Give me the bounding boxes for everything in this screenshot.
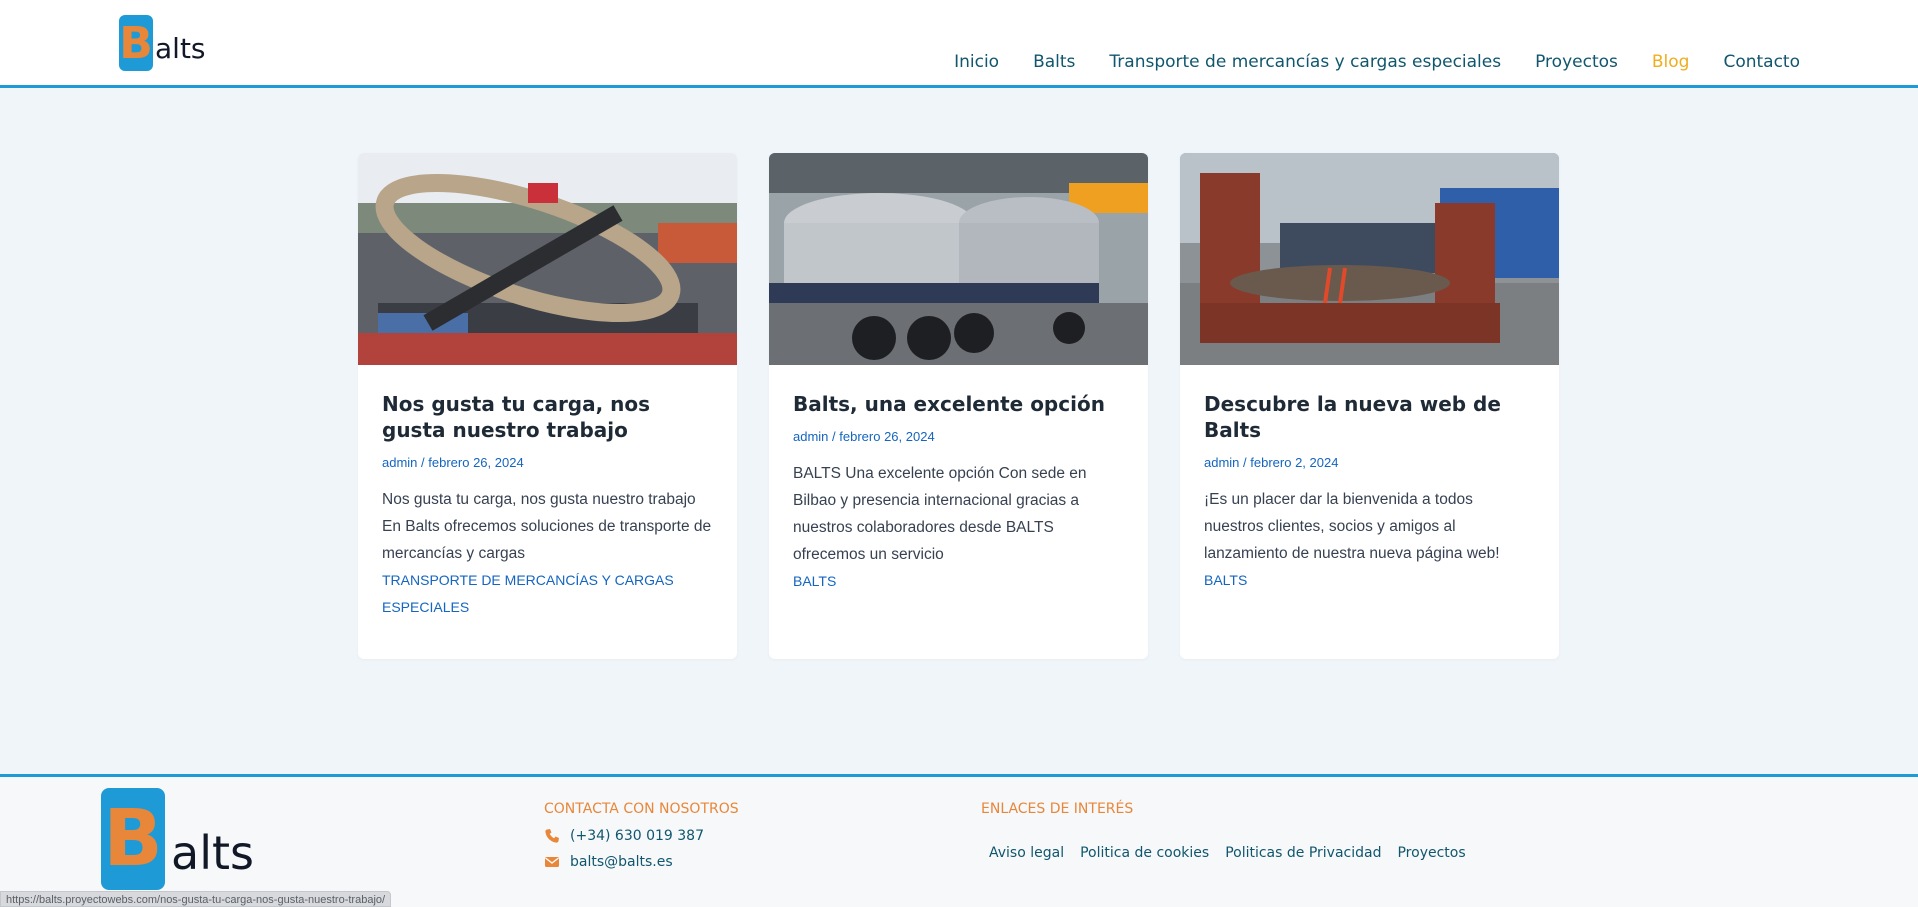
envelope-icon bbox=[545, 857, 559, 867]
site-footer: B alts Contacta con nosotros (+34) 630 0… bbox=[0, 774, 1918, 907]
site-logo[interactable]: B alts bbox=[119, 15, 206, 71]
post-author[interactable]: admin bbox=[793, 429, 828, 444]
post-meta: admin / febrero 26, 2024 bbox=[382, 455, 524, 470]
post-image[interactable] bbox=[769, 153, 1148, 365]
post-1-photo bbox=[358, 153, 737, 365]
link-aviso-legal[interactable]: Aviso legal bbox=[989, 845, 1064, 861]
post-category[interactable]: Balts bbox=[1204, 567, 1535, 594]
email-address: balts@balts.es bbox=[570, 854, 673, 870]
link-proyectos[interactable]: Proyectos bbox=[1397, 845, 1465, 861]
post-meta: admin / febrero 26, 2024 bbox=[793, 429, 935, 444]
main-nav: Inicio Balts Transporte de mercancías y … bbox=[954, 52, 1800, 72]
post-card: Balts, una excelente opción admin / febr… bbox=[769, 153, 1148, 659]
post-author[interactable]: admin bbox=[382, 455, 417, 470]
post-image[interactable] bbox=[358, 153, 737, 365]
nav-balts[interactable]: Balts bbox=[1033, 52, 1075, 72]
nav-blog[interactable]: Blog bbox=[1652, 52, 1690, 72]
post-2-photo bbox=[769, 153, 1148, 365]
post-excerpt: Nos gusta tu carga, nos gusta nuestro tr… bbox=[382, 491, 712, 562]
contact-phone[interactable]: (+34) 630 019 387 bbox=[544, 828, 704, 844]
contact-title: Contacta con nosotros bbox=[544, 801, 739, 817]
post-date: febrero 26, 2024 bbox=[839, 429, 935, 444]
link-cookies[interactable]: Politica de cookies bbox=[1080, 845, 1209, 861]
logo-text: alts bbox=[155, 32, 206, 65]
post-title[interactable]: Balts, una excelente opción bbox=[793, 391, 1124, 417]
post-image[interactable] bbox=[1180, 153, 1559, 365]
post-card: Nos gusta tu carga, nos gusta nuestro tr… bbox=[358, 153, 737, 659]
post-3-photo bbox=[1180, 153, 1559, 365]
footer-logo[interactable]: B alts bbox=[101, 788, 254, 890]
nav-contacto[interactable]: Contacto bbox=[1723, 52, 1800, 72]
post-excerpt: BALTS Una excelente opción Con sede en B… bbox=[793, 465, 1087, 563]
blog-posts: Nos gusta tu carga, nos gusta nuestro tr… bbox=[358, 153, 1559, 659]
post-title[interactable]: Descubre la nueva web de Balts bbox=[1204, 391, 1535, 443]
nav-transporte[interactable]: Transporte de mercancías y cargas especi… bbox=[1109, 52, 1501, 72]
nav-proyectos[interactable]: Proyectos bbox=[1535, 52, 1618, 72]
post-excerpt: ¡Es un placer dar la bienvenida a todos … bbox=[1204, 491, 1500, 562]
contact-email[interactable]: balts@balts.es bbox=[544, 854, 673, 870]
post-meta: admin / febrero 2, 2024 bbox=[1204, 455, 1339, 470]
footer-logo-text: alts bbox=[171, 826, 254, 880]
phone-number: (+34) 630 019 387 bbox=[570, 828, 704, 844]
logo-letter: B bbox=[119, 15, 153, 71]
nav-inicio[interactable]: Inicio bbox=[954, 52, 999, 72]
post-category[interactable]: Transporte de mercancías y cargas especi… bbox=[382, 567, 713, 621]
post-date: febrero 26, 2024 bbox=[428, 455, 524, 470]
browser-status-url: https://balts.proyectowebs.com/nos-gusta… bbox=[0, 891, 392, 907]
footer-logo-letter: B bbox=[101, 788, 165, 890]
post-title[interactable]: Nos gusta tu carga, nos gusta nuestro tr… bbox=[382, 391, 713, 443]
post-date: febrero 2, 2024 bbox=[1250, 455, 1339, 470]
site-header: B alts Inicio Balts Transporte de mercan… bbox=[0, 0, 1918, 88]
post-category[interactable]: Balts bbox=[793, 568, 1124, 595]
links-title: Enlaces de interés bbox=[981, 801, 1134, 817]
footer-links: Aviso legal Politica de cookies Politica… bbox=[989, 845, 1466, 861]
post-card: Descubre la nueva web de Balts admin / f… bbox=[1180, 153, 1559, 659]
link-privacidad[interactable]: Politicas de Privacidad bbox=[1225, 845, 1381, 861]
phone-icon bbox=[545, 829, 559, 843]
post-author[interactable]: admin bbox=[1204, 455, 1239, 470]
